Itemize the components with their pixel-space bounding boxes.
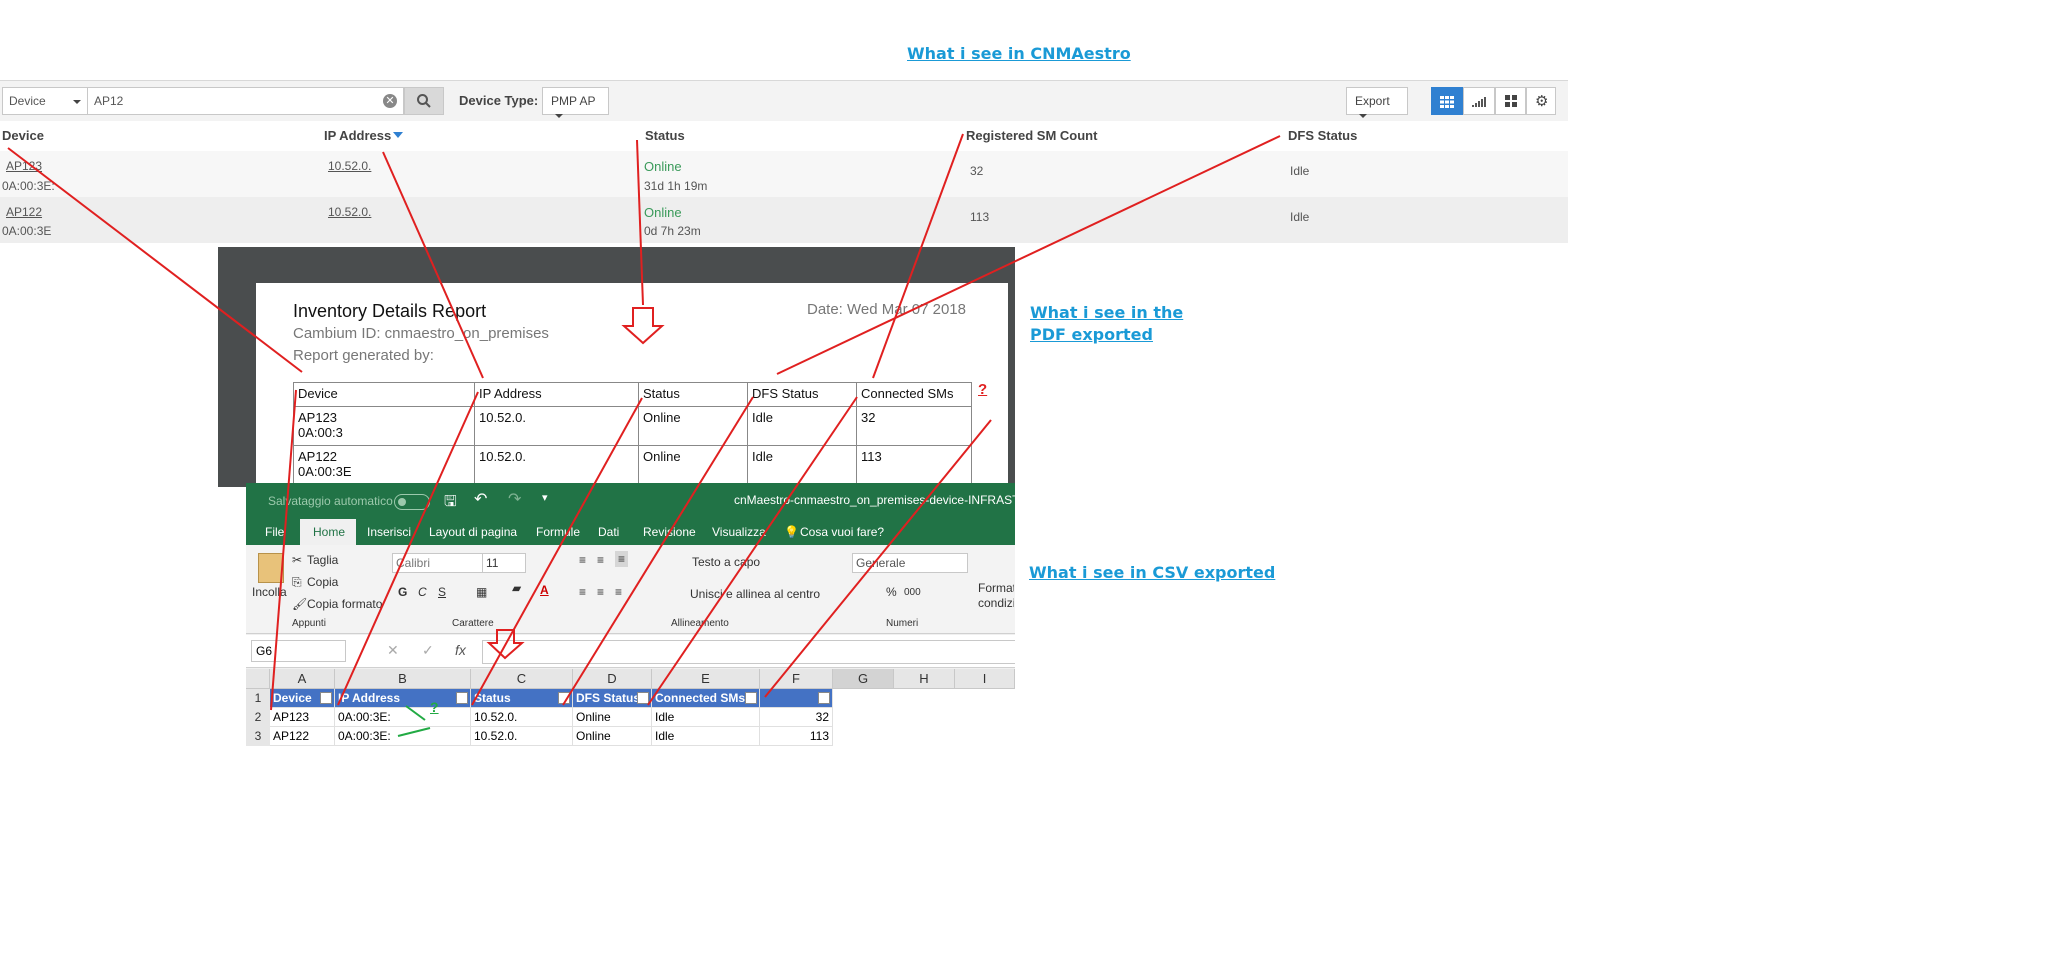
- annotation-line: [382, 151, 484, 379]
- annotation-line: [471, 397, 643, 706]
- annotation-line-green: [405, 705, 426, 721]
- annotation-line: [776, 135, 1281, 375]
- annotation-line: [764, 419, 992, 698]
- annotation-line: [7, 147, 303, 373]
- annotation-line: [647, 396, 858, 706]
- annotation-line: [337, 391, 479, 706]
- annotation-line: [562, 396, 754, 706]
- annotation-line: [872, 133, 964, 379]
- annotation-line-green: [397, 727, 431, 737]
- annotation-overlay: [7, 133, 1281, 737]
- down-arrow-icon: [621, 307, 665, 345]
- annotation-line: [270, 389, 297, 711]
- annotation-line: [636, 139, 644, 306]
